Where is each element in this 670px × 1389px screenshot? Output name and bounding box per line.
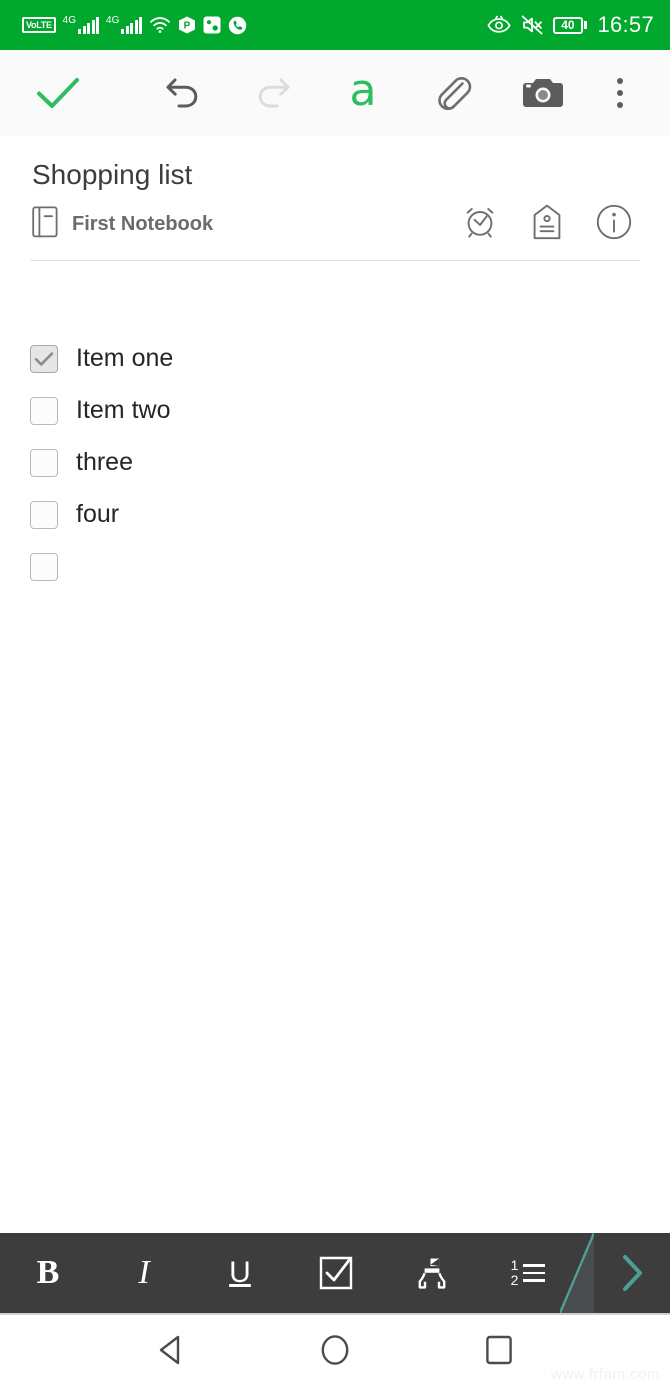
done-check-button[interactable] — [0, 50, 116, 136]
phone-app-icon — [228, 16, 247, 35]
list-item-label[interactable]: Item one — [76, 346, 173, 371]
more-vertical-icon — [617, 78, 623, 108]
numbered-list-num-2: 2 — [510, 1272, 519, 1288]
photo-app-icon — [203, 16, 221, 34]
note-header-actions — [462, 204, 642, 245]
format-a-label: a — [349, 65, 377, 116]
checkbox-unchecked[interactable] — [30, 500, 58, 529]
camera-button[interactable] — [498, 50, 588, 136]
status-bar-right-icons: 40 16:57 — [487, 12, 654, 38]
recents-square-icon — [486, 1335, 512, 1364]
status-bar-left-icons: VoLTE 4G 4G P — [22, 16, 247, 35]
battery-icon: 40 — [552, 16, 588, 34]
app-toolbar: a — [0, 50, 670, 136]
text-format-button[interactable]: a — [318, 50, 408, 136]
notebook-row: First Notebook — [0, 192, 670, 244]
list-item[interactable]: four — [0, 489, 670, 541]
checkbox-unchecked[interactable] — [30, 552, 58, 581]
formatting-toolbar: B I U 1 2 — [0, 1233, 670, 1315]
check-icon — [34, 351, 54, 366]
note-body[interactable]: Shopping list First Notebook Item one It… — [0, 136, 670, 1233]
list-item[interactable]: Item two — [0, 385, 670, 437]
checkbox-unchecked[interactable] — [30, 396, 58, 425]
checklist-button[interactable] — [288, 1232, 384, 1314]
highlighter-button[interactable] — [384, 1232, 480, 1314]
list-item-label[interactable]: four — [76, 502, 119, 527]
toolbar-slant-divider — [560, 1233, 594, 1313]
italic-label: I — [138, 1254, 150, 1291]
notebook-icon[interactable] — [32, 206, 58, 243]
volte-icon: VoLTE — [22, 17, 56, 33]
notebook-name[interactable]: First Notebook — [72, 213, 462, 236]
camera-icon — [523, 79, 563, 107]
numbered-list-icon: 1 2 — [511, 1258, 546, 1287]
list-item-empty[interactable] — [0, 541, 670, 593]
back-triangle-icon — [159, 1335, 180, 1364]
signal-bars-sim2 — [121, 17, 143, 34]
redo-button[interactable] — [228, 50, 318, 136]
redo-icon — [258, 78, 290, 108]
status-bar: VoLTE 4G 4G P 40 16:57 — [0, 0, 670, 50]
chevron-right-icon — [623, 1255, 642, 1291]
overflow-menu-button[interactable] — [590, 50, 650, 136]
undo-icon — [166, 78, 198, 108]
battery-cap — [584, 21, 588, 29]
reminder-icon[interactable] — [462, 204, 498, 245]
eye-comfort-icon — [487, 15, 511, 35]
status-bar-clock: 16:57 — [597, 12, 654, 37]
note-title[interactable]: Shopping list — [0, 136, 670, 192]
list-item[interactable]: Item one — [0, 333, 670, 385]
phone-screen: VoLTE 4G 4G P 40 16:57 a Shopping list F… — [0, 0, 670, 1389]
battery-level-label: 40 — [552, 16, 583, 34]
highlighter-icon — [418, 1258, 446, 1289]
note-checklist: Item one Item two three four — [0, 261, 670, 593]
checkbox-unchecked[interactable] — [30, 448, 58, 477]
back-button[interactable] — [153, 1332, 189, 1373]
underline-label: U — [229, 1256, 251, 1289]
list-item-label[interactable]: Item two — [76, 398, 170, 423]
signal-bars-sim1 — [78, 17, 100, 34]
list-item-label[interactable]: three — [76, 450, 133, 475]
list-item[interactable]: three — [0, 437, 670, 489]
p-app-icon: P — [178, 16, 196, 34]
numbered-list-num-1: 1 — [510, 1257, 519, 1274]
signal-sim2-icon: 4G — [106, 15, 143, 34]
underline-button[interactable]: U — [192, 1232, 288, 1314]
mute-icon — [521, 15, 543, 35]
bold-label: B — [36, 1254, 60, 1291]
check-icon — [37, 78, 79, 108]
recents-button[interactable] — [481, 1332, 517, 1373]
italic-button[interactable]: I — [96, 1232, 192, 1314]
signal-sim1-icon: 4G — [62, 15, 100, 34]
attach-button[interactable] — [408, 50, 498, 136]
checkbox-checked[interactable] — [30, 344, 58, 373]
android-nav-bar: www.frfam.com — [0, 1315, 670, 1389]
info-icon[interactable] — [596, 204, 632, 245]
wifi-icon — [149, 16, 171, 34]
watermark: www.frfam.com — [550, 1366, 660, 1383]
checkbox-icon — [319, 1256, 353, 1290]
undo-button[interactable] — [138, 50, 228, 136]
sim2-network-label: 4G — [106, 15, 120, 26]
svg-text:P: P — [184, 21, 191, 32]
sim1-network-label: 4G — [62, 15, 77, 26]
home-button[interactable] — [317, 1332, 353, 1373]
paperclip-icon — [438, 77, 472, 111]
bold-button[interactable]: B — [0, 1232, 96, 1314]
home-circle-icon — [321, 1334, 349, 1365]
tag-icon[interactable] — [533, 204, 561, 245]
more-formats-button[interactable] — [594, 1233, 670, 1313]
